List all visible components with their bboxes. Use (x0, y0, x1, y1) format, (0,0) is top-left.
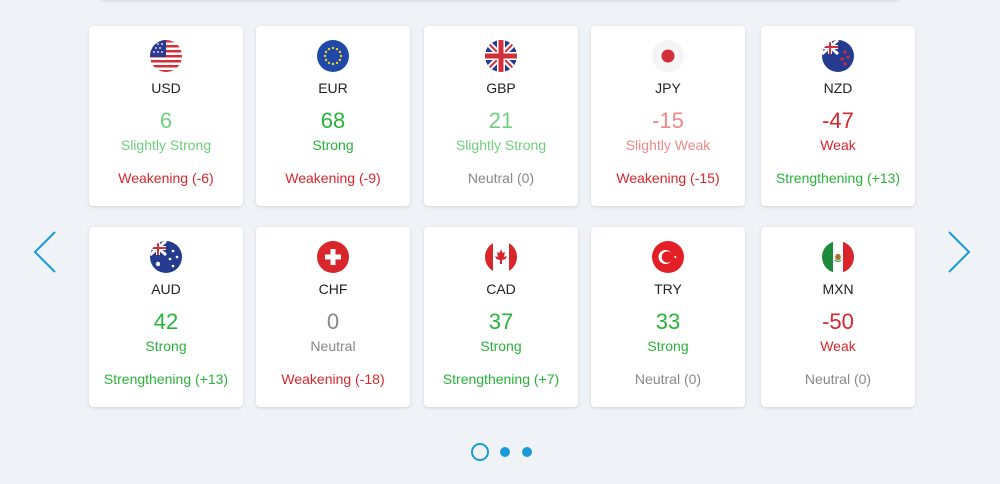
strength-label: Neutral (310, 338, 356, 354)
trend-text: Neutral (0) (467, 170, 535, 186)
strength-score: 42 (153, 309, 179, 334)
strength-label: Weak (820, 137, 856, 153)
currency-code: CAD (486, 281, 516, 297)
strength-label: Strong (312, 137, 354, 153)
strength-label: Strong (145, 338, 187, 354)
currency-card-mxn[interactable]: MXN -50 Weak Neutral (0) (761, 227, 915, 407)
currency-card-try[interactable]: TRY 33 Strong Neutral (0) (591, 227, 745, 407)
pagination-dot-3[interactable] (522, 447, 532, 457)
currency-code: MXN (822, 281, 854, 297)
trend-text: Strengthening (+13) (103, 371, 229, 387)
japan-flag-icon (652, 40, 684, 72)
currency-code: GBP (486, 80, 516, 96)
currency-card-eur[interactable]: EUR 68 Strong Weakening (-9) (256, 26, 410, 206)
strength-score: 6 (159, 108, 173, 133)
currency-code: USD (151, 80, 181, 96)
currency-code: EUR (318, 80, 348, 96)
currency-code: CHF (318, 281, 348, 297)
carousel-next-button[interactable] (947, 230, 971, 274)
strength-score: -50 (822, 309, 854, 334)
eu-flag-icon (317, 40, 349, 72)
strength-label: Slightly Strong (120, 137, 212, 153)
strength-score: 0 (326, 309, 340, 334)
turkey-flag-icon (652, 241, 684, 273)
strength-label: Slightly Weak (625, 137, 711, 153)
carousel-prev-button[interactable] (33, 230, 57, 274)
australia-flag-icon (150, 241, 182, 273)
strength-label: Strong (647, 338, 689, 354)
trend-text: Strengthening (+7) (442, 371, 560, 387)
currency-code: JPY (655, 80, 681, 96)
currency-code: NZD (823, 80, 853, 96)
pagination-dot-2[interactable] (500, 447, 510, 457)
strength-score: 33 (655, 309, 681, 334)
pagination-dot-1[interactable] (471, 443, 489, 461)
strength-score: 68 (320, 108, 346, 133)
currency-card-aud[interactable]: AUD 42 Strong Strengthening (+13) (89, 227, 243, 407)
currency-code: AUD (151, 281, 181, 297)
uk-flag-icon (485, 40, 517, 72)
strength-label: Weak (820, 338, 856, 354)
currency-card-cad[interactable]: CAD 37 Strong Strengthening (+7) (424, 227, 578, 407)
strength-score: -47 (822, 108, 854, 133)
mexico-flag-icon (822, 241, 854, 273)
us-flag-icon (150, 40, 182, 72)
currency-card-usd[interactable]: USD 6 Slightly Strong Weakening (-6) (89, 26, 243, 206)
strength-label: Slightly Strong (455, 137, 547, 153)
trend-text: Weakening (-15) (616, 170, 720, 186)
chevron-left-icon (33, 231, 56, 273)
trend-text: Neutral (0) (804, 371, 872, 387)
strength-label: Strong (480, 338, 522, 354)
strength-score: 21 (488, 108, 514, 133)
currency-card-gbp[interactable]: GBP 21 Slightly Strong Neutral (0) (424, 26, 578, 206)
new-zealand-flag-icon (822, 40, 854, 72)
trend-text: Strengthening (+13) (775, 170, 901, 186)
trend-text: Weakening (-18) (281, 371, 385, 387)
currency-card-chf[interactable]: CHF 0 Neutral Weakening (-18) (256, 227, 410, 407)
trend-text: Weakening (-9) (285, 170, 381, 186)
currency-card-jpy[interactable]: JPY -15 Slightly Weak Weakening (-15) (591, 26, 745, 206)
trend-text: Weakening (-6) (118, 170, 214, 186)
chevron-right-icon (948, 231, 971, 273)
strength-score: 37 (488, 309, 514, 334)
switzerland-flag-icon (317, 241, 349, 273)
trend-text: Neutral (0) (634, 371, 702, 387)
currency-card-nzd[interactable]: NZD -47 Weak Strengthening (+13) (761, 26, 915, 206)
currency-code: TRY (654, 281, 682, 297)
canada-flag-icon (485, 241, 517, 273)
strength-score: -15 (652, 108, 684, 133)
